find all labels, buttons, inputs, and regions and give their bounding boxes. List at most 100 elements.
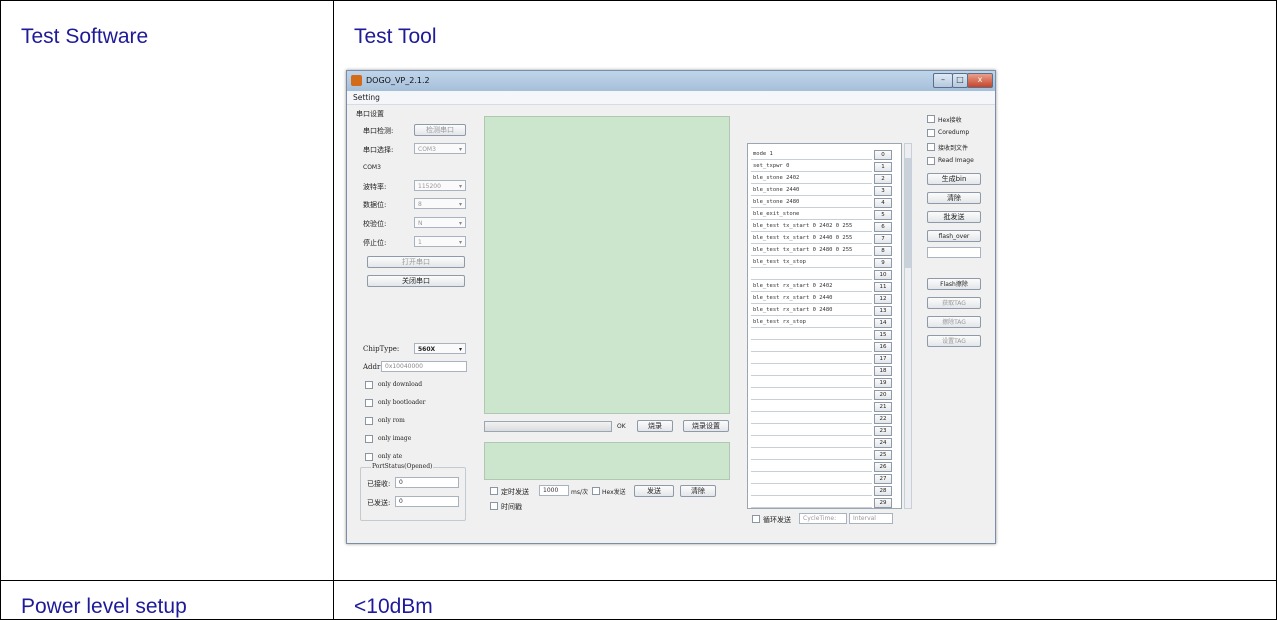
command-text-field[interactable]: ble_test rx_stop: [751, 318, 872, 328]
hex-recv-checkbox[interactable]: [927, 115, 935, 123]
command-text-field[interactable]: [751, 330, 872, 340]
command-send-button[interactable]: 24: [874, 438, 892, 448]
menu-setting[interactable]: Setting: [353, 93, 380, 102]
command-send-button[interactable]: 16: [874, 342, 892, 352]
command-send-button[interactable]: 23: [874, 426, 892, 436]
command-text-field[interactable]: set_txpwr 0: [751, 162, 872, 172]
command-text-field[interactable]: ble_test rx_start 0 2402: [751, 282, 872, 292]
command-text-field[interactable]: mode 1: [751, 150, 872, 160]
databits-select[interactable]: 8 ▾: [414, 198, 466, 209]
coredump-checkbox[interactable]: [927, 129, 935, 137]
command-send-button[interactable]: 20: [874, 390, 892, 400]
command-text-field[interactable]: [751, 378, 872, 388]
open-port-button[interactable]: 打开串口: [367, 256, 465, 268]
timestamp-checkbox[interactable]: [490, 502, 498, 510]
command-text-field[interactable]: [751, 426, 872, 436]
command-text-field[interactable]: [751, 414, 872, 424]
command-text-field[interactable]: [751, 438, 872, 448]
send-textarea[interactable]: [484, 442, 730, 480]
batch-send-button[interactable]: 批发送: [927, 211, 981, 223]
flash-over-field[interactable]: [927, 247, 981, 258]
command-text-field[interactable]: [751, 354, 872, 364]
command-send-button[interactable]: 15: [874, 330, 892, 340]
command-text-field[interactable]: [751, 390, 872, 400]
burn-button[interactable]: 烧录: [637, 420, 673, 432]
close-window-button[interactable]: x: [967, 73, 993, 88]
baud-select[interactable]: 115200 ▾: [414, 180, 466, 191]
command-send-button[interactable]: 11: [874, 282, 892, 292]
burn-settings-button[interactable]: 烧录设置: [683, 420, 729, 432]
command-text-field[interactable]: ble_test tx_stop: [751, 258, 872, 268]
detect-port-button[interactable]: 检测串口: [414, 124, 466, 136]
command-send-button[interactable]: 0: [874, 150, 892, 160]
command-text-field[interactable]: ble_stone 2440: [751, 186, 872, 196]
command-text-field[interactable]: [751, 498, 872, 508]
command-send-button[interactable]: 14: [874, 318, 892, 328]
read-image-checkbox[interactable]: [927, 157, 935, 165]
command-text-field[interactable]: [751, 342, 872, 352]
only-bootloader-checkbox[interactable]: [365, 399, 373, 407]
command-text-field[interactable]: ble_test rx_start 0 2480: [751, 306, 872, 316]
close-port-button[interactable]: 关闭串口: [367, 275, 465, 287]
command-text-field[interactable]: [751, 270, 872, 280]
command-send-button[interactable]: 17: [874, 354, 892, 364]
only-image-checkbox[interactable]: [365, 435, 373, 443]
command-send-button[interactable]: 26: [874, 462, 892, 472]
command-text-field[interactable]: [751, 486, 872, 496]
maximize-button[interactable]: □: [952, 73, 968, 88]
gen-bin-button[interactable]: 生成bin: [927, 173, 981, 185]
command-send-button[interactable]: 2: [874, 174, 892, 184]
command-send-button[interactable]: 7: [874, 234, 892, 244]
command-send-button[interactable]: 8: [874, 246, 892, 256]
command-text-field[interactable]: ble_stone 2402: [751, 174, 872, 184]
send-button[interactable]: 发送: [634, 485, 674, 497]
cycle-time-field[interactable]: CycleTime:: [799, 513, 847, 524]
only-rom-checkbox[interactable]: [365, 417, 373, 425]
command-send-button[interactable]: 4: [874, 198, 892, 208]
command-send-button[interactable]: 18: [874, 366, 892, 376]
command-text-field[interactable]: [751, 366, 872, 376]
command-send-button[interactable]: 27: [874, 474, 892, 484]
command-text-field[interactable]: [751, 450, 872, 460]
get-tag-button[interactable]: 获取TAG: [927, 297, 981, 309]
only-download-checkbox[interactable]: [365, 381, 373, 389]
command-text-field[interactable]: ble_stone 2480: [751, 198, 872, 208]
hex-send-checkbox[interactable]: [592, 487, 600, 495]
addr-field[interactable]: 0x10040000: [381, 361, 467, 372]
port-select[interactable]: COM3 ▾: [414, 143, 466, 154]
command-send-button[interactable]: 22: [874, 414, 892, 424]
command-send-button[interactable]: 29: [874, 498, 892, 508]
command-send-button[interactable]: 19: [874, 378, 892, 388]
flash-erase-button[interactable]: Flash擦除: [927, 278, 981, 290]
clear-recv-button[interactable]: 清除: [927, 192, 981, 204]
command-send-button[interactable]: 12: [874, 294, 892, 304]
command-text-field[interactable]: [751, 474, 872, 484]
command-send-button[interactable]: 9: [874, 258, 892, 268]
only-ate-checkbox[interactable]: [365, 453, 373, 461]
cycle-send-checkbox[interactable]: [752, 515, 760, 523]
command-send-button[interactable]: 13: [874, 306, 892, 316]
command-send-button[interactable]: 1: [874, 162, 892, 172]
command-send-button[interactable]: 5: [874, 210, 892, 220]
timed-send-checkbox[interactable]: [490, 487, 498, 495]
chiptype-select[interactable]: 560X ▾: [414, 343, 466, 354]
receive-textarea[interactable]: [484, 116, 730, 414]
set-tag-button[interactable]: 设置TAG: [927, 335, 981, 347]
parity-select[interactable]: N ▾: [414, 217, 466, 228]
command-text-field[interactable]: ble_exit_stone: [751, 210, 872, 220]
command-send-button[interactable]: 28: [874, 486, 892, 496]
command-send-button[interactable]: 25: [874, 450, 892, 460]
command-text-field[interactable]: [751, 462, 872, 472]
interval-field[interactable]: 1000: [539, 485, 569, 496]
flash-over-button[interactable]: flash_over: [927, 230, 981, 242]
minimize-button[interactable]: –: [933, 73, 953, 88]
erase-tag-button[interactable]: 擦除TAG: [927, 316, 981, 328]
command-text-field[interactable]: [751, 402, 872, 412]
scrollbar-thumb[interactable]: [905, 158, 911, 268]
command-text-field[interactable]: ble_test tx_start 0 2402 0 255: [751, 222, 872, 232]
command-text-field[interactable]: ble_test tx_start 0 2480 0 255: [751, 246, 872, 256]
command-send-button[interactable]: 21: [874, 402, 892, 412]
command-send-button[interactable]: 6: [874, 222, 892, 232]
command-send-button[interactable]: 10: [874, 270, 892, 280]
command-list-scrollbar[interactable]: [904, 143, 912, 509]
